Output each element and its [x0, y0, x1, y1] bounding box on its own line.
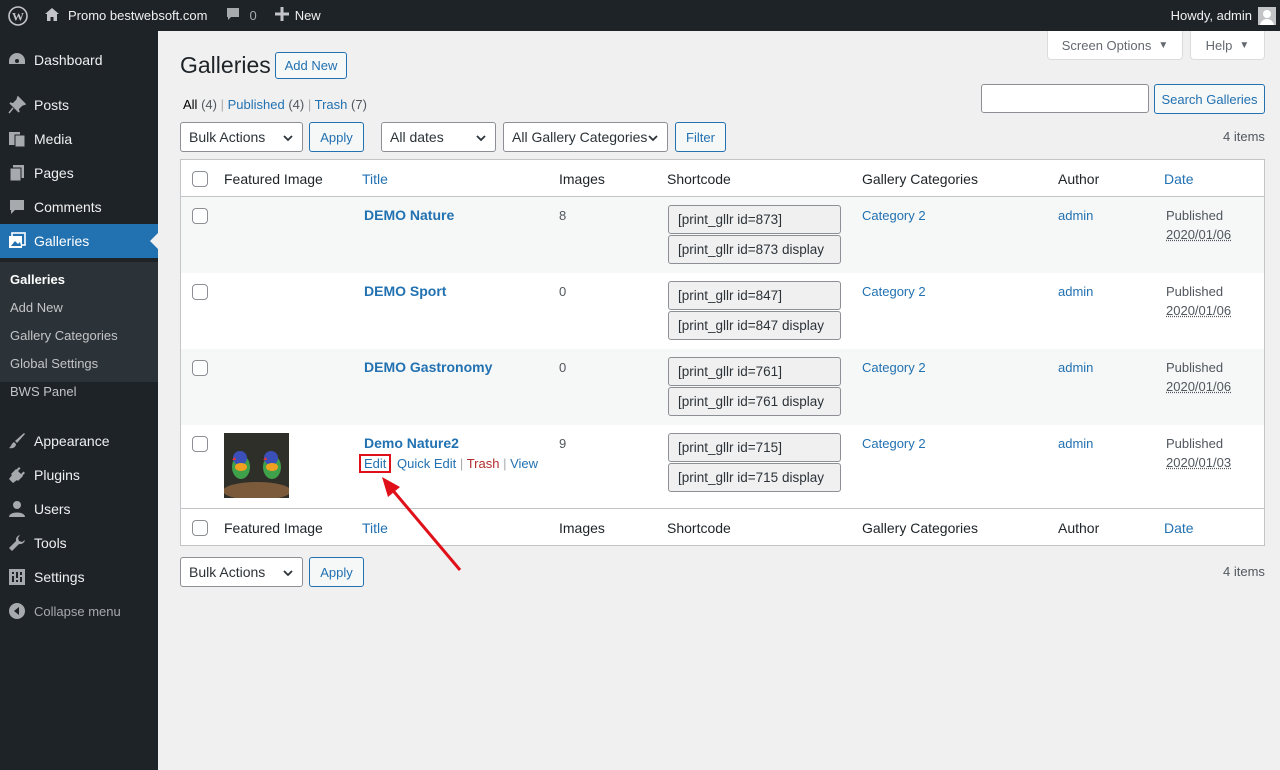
comment-bubble-icon — [225, 7, 241, 25]
plus-icon — [274, 7, 289, 24]
menu-pages[interactable]: Pages — [0, 156, 158, 190]
plug-icon — [0, 458, 34, 492]
comments-link[interactable]: 0 — [217, 0, 264, 31]
wordpress-logo-icon[interactable]: W — [0, 0, 36, 31]
menu-galleries[interactable]: Galleries — [0, 224, 158, 258]
menu-settings[interactable]: Settings — [0, 560, 158, 594]
menu-appearance[interactable]: Appearance — [0, 424, 158, 458]
site-name: Promo bestwebsoft.com — [68, 8, 208, 23]
comments-count: 0 — [249, 8, 257, 23]
site-name-link[interactable]: Promo bestwebsoft.com — [36, 0, 215, 31]
submenu-add-new[interactable]: Add New — [10, 300, 63, 315]
collapse-arrow-icon — [0, 594, 34, 628]
menu-plugins[interactable]: Plugins — [0, 458, 158, 492]
pin-icon — [0, 88, 34, 122]
menu-comments[interactable]: Comments — [0, 190, 158, 224]
main-content: Screen Options ▼ Help ▼ Galleries Add Ne… — [158, 31, 1280, 770]
user-icon — [0, 492, 34, 526]
wrench-icon — [0, 526, 34, 560]
menu-tools[interactable]: Tools — [0, 526, 158, 560]
submenu-global-settings[interactable]: Global Settings — [10, 356, 98, 371]
home-icon — [44, 7, 60, 25]
menu-users[interactable]: Users — [0, 492, 158, 526]
new-label: New — [294, 8, 321, 23]
submenu-gallery-categories[interactable]: Gallery Categories — [10, 328, 118, 343]
pages-icon — [0, 156, 34, 190]
admin-menu: Dashboard Posts Media Pages Comments Gal… — [0, 31, 158, 770]
gallery-icon — [0, 224, 34, 258]
settings-icon — [0, 560, 34, 594]
admin-bar: W Promo bestwebsoft.com 0 New Howdy, adm… — [0, 0, 1280, 31]
menu-dashboard[interactable]: Dashboard — [0, 43, 158, 77]
annotation-arrow-icon — [382, 477, 462, 571]
new-content-link[interactable]: New — [267, 0, 329, 31]
galleries-submenu: Galleries Add New Gallery Categories Glo… — [0, 262, 158, 399]
svg-text:W: W — [12, 9, 24, 23]
greeting: Howdy, admin — [1170, 8, 1252, 23]
menu-media[interactable]: Media — [0, 122, 158, 156]
comment-icon — [0, 190, 34, 224]
submenu-bws-panel[interactable]: BWS Panel — [10, 384, 76, 399]
my-account[interactable]: Howdy, admin — [1163, 0, 1280, 31]
submenu-galleries[interactable]: Galleries — [10, 272, 65, 287]
brush-icon — [0, 424, 34, 458]
dashboard-icon — [0, 43, 34, 77]
collapse-menu-button[interactable]: Collapse menu — [0, 594, 158, 628]
menu-posts[interactable]: Posts — [0, 88, 158, 122]
media-icon — [0, 122, 34, 156]
avatar — [1258, 6, 1276, 25]
